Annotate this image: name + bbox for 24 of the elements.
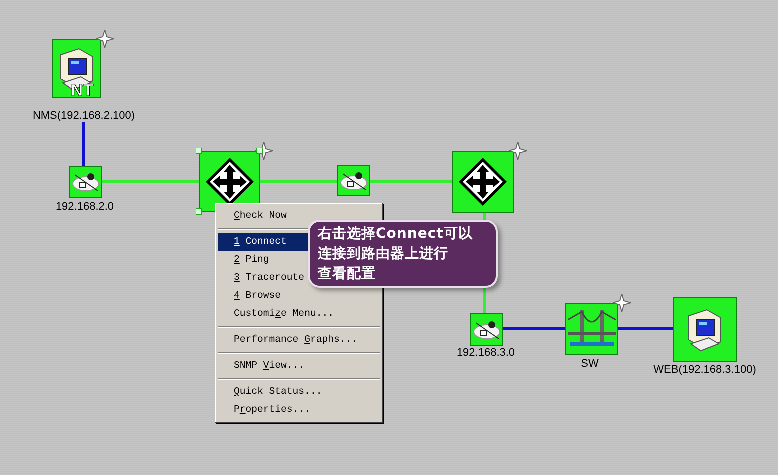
node-label: 192.168.3.0 [456,347,516,359]
menu-item[interactable]: Check Now [218,207,380,225]
nt-label: NT [71,81,94,101]
menu-item[interactable]: Performance Graphs... [218,331,380,349]
node-label: SW [581,358,599,370]
menu-item[interactable]: Quick Status... [218,383,380,401]
node-tile[interactable] [452,151,514,213]
node-tile[interactable] [673,297,737,362]
router-icon [458,157,508,207]
node-tile[interactable] [337,165,370,196]
network-icon [472,318,500,340]
menu-item[interactable]: SNMP View... [218,357,380,375]
node-tile[interactable] [69,166,102,198]
menu-item[interactable]: 4 Browse [218,287,380,305]
callout-text: 查看配置 [318,265,376,284]
node-tile[interactable] [470,313,503,346]
node-tile[interactable] [565,303,618,355]
menu-item[interactable]: Customize Menu... [218,305,380,323]
menu-item[interactable]: Properties... [218,401,380,419]
node-label: NMS(192.168.2.100) [32,110,136,122]
network-icon [72,171,100,193]
node-label: WEB(192.168.3.100) [654,364,756,376]
node-label: 192.168.2.0 [56,201,114,213]
network-icon [340,170,368,192]
